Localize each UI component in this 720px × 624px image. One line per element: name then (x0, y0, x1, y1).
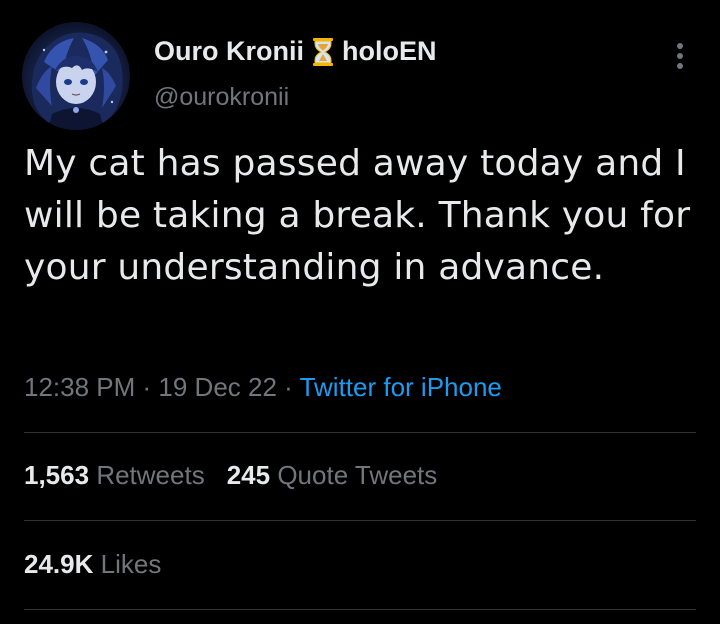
likes-label: Likes (100, 549, 162, 579)
quote-tweets-stat[interactable]: 245 Quote Tweets (227, 460, 438, 490)
tweet-text: My cat has passed away today and I will … (24, 143, 691, 288)
likes-count: 24.9K (24, 549, 94, 579)
meta-separator: · (276, 372, 300, 402)
quote-tweets-label: Quote Tweets (277, 460, 438, 490)
tweet-detail: Ouro Kronii holoEN @ourokronii My cat ha… (0, 0, 720, 624)
retweets-stat[interactable]: 1,563 Retweets (24, 460, 205, 490)
more-vertical-icon (677, 43, 683, 69)
user-handle[interactable]: @ourokronii (154, 83, 289, 112)
avatar-image (31, 32, 123, 130)
quote-tweets-count: 245 (226, 460, 271, 490)
tweet-time[interactable]: 12:38 PM (24, 372, 135, 402)
hourglass-icon (310, 37, 336, 67)
tweet-meta: 12:38 PM · 19 Dec 22 · Twitter for iPhon… (24, 372, 502, 403)
retweets-label: Retweets (96, 460, 205, 490)
engagement-stats: 1,563 Retweets 245 Quote Tweets (24, 460, 437, 491)
display-name-text: Ouro Kronii (154, 36, 304, 66)
meta-separator: · (135, 372, 159, 402)
tweet-date[interactable]: 19 Dec 22 (158, 372, 277, 402)
more-options-button[interactable] (668, 40, 692, 72)
retweets-count: 1,563 (24, 460, 90, 490)
avatar[interactable] (22, 22, 130, 130)
divider (24, 432, 696, 433)
divider (24, 609, 696, 610)
display-name[interactable]: Ouro Kronii holoEN (154, 36, 437, 67)
likes-stats: 24.9K Likes (24, 549, 161, 580)
divider (24, 520, 696, 521)
tweet-source-link[interactable]: Twitter for iPhone (300, 372, 502, 402)
display-name-suffix: holoEN (342, 36, 437, 66)
likes-stat[interactable]: 24.9K Likes (24, 549, 161, 579)
